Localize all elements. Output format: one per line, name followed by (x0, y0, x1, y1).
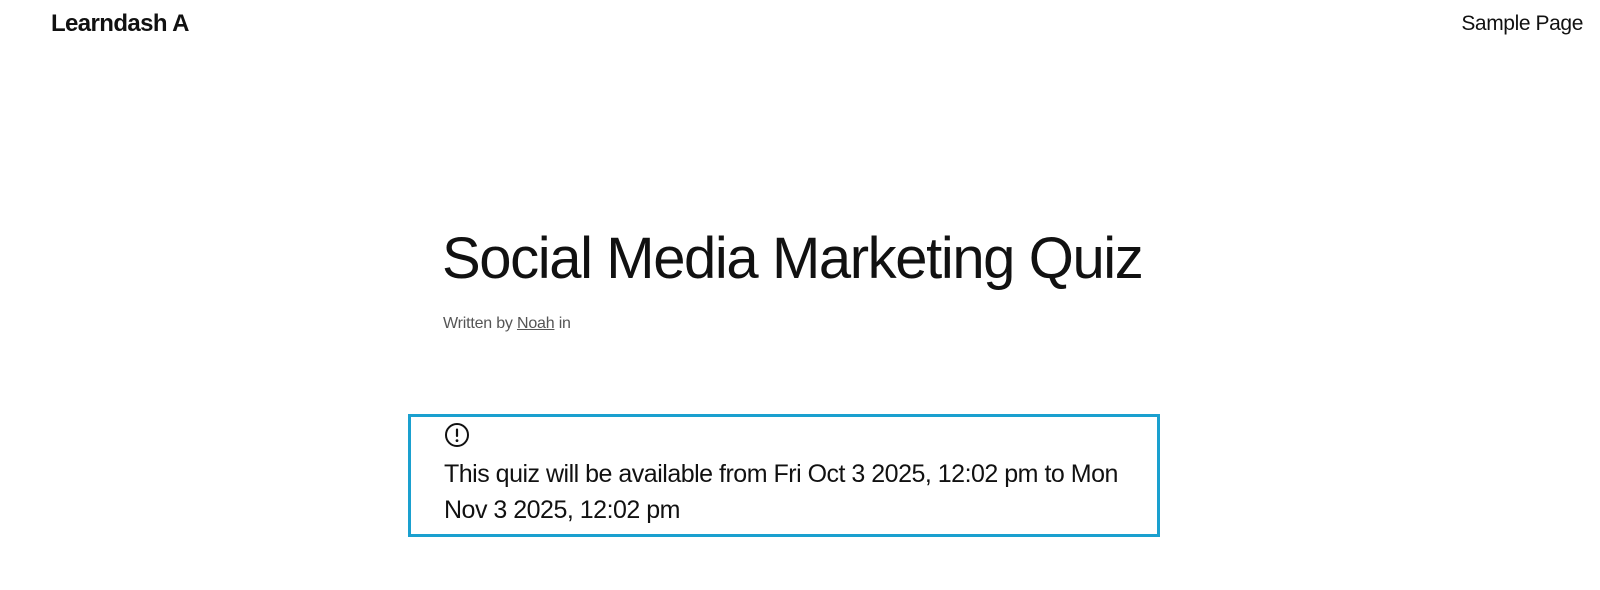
site-title-link[interactable]: Learndash A (51, 8, 189, 40)
notice-text-before: This quiz will be available from (444, 460, 774, 488)
notice-text-between: to (1038, 460, 1071, 488)
nav-link-sample-page[interactable]: Sample Page (1461, 12, 1583, 35)
author-link[interactable]: Noah (517, 315, 555, 332)
post-byline: Written by Noah in (443, 313, 571, 335)
quiz-availability-notice: This quiz will be available from Fri Oct… (408, 414, 1160, 537)
notice-message: This quiz will be available from Fri Oct… (444, 456, 1156, 528)
primary-navigation: Sample Page (1461, 8, 1583, 42)
exclamation-circle-icon (444, 422, 470, 448)
page-title: Social Media Marketing Quiz (442, 226, 1144, 291)
byline-prefix: Written by (443, 315, 513, 332)
notice-start-date: Fri Oct 3 2025, 12:02 pm (773, 460, 1039, 488)
byline-suffix: in (558, 315, 571, 332)
